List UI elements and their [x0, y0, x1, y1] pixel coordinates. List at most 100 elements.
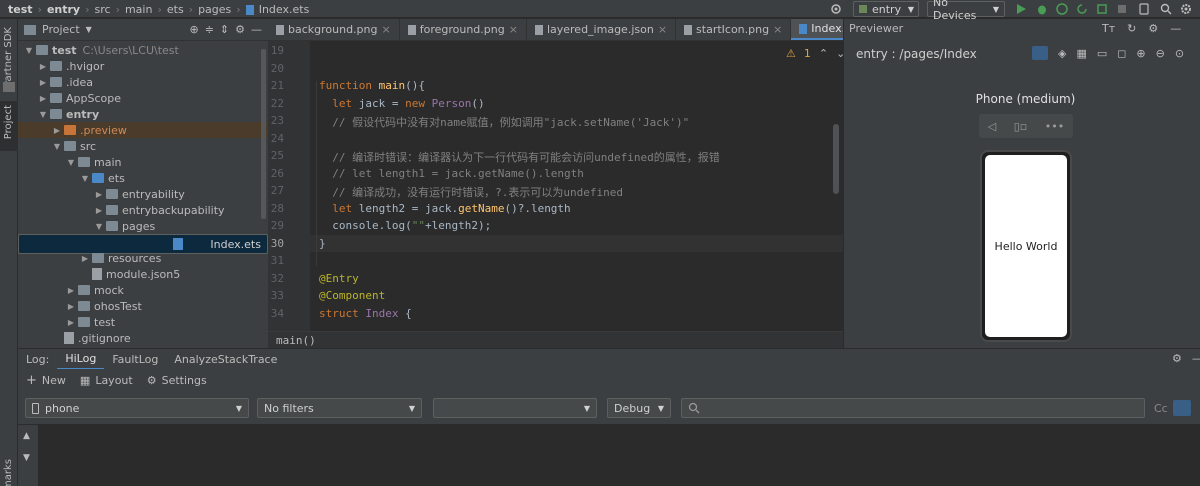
chevron-right-icon[interactable]: ▶: [38, 78, 48, 87]
chevron-right-icon[interactable]: ▶: [38, 62, 48, 71]
chevron-right-icon[interactable]: ▶: [38, 94, 48, 103]
log-tab[interactable]: FaultLog: [104, 349, 166, 370]
project-panel-title[interactable]: Project: [42, 23, 80, 36]
minimize-icon[interactable]: —: [1170, 22, 1181, 35]
device-filter-select[interactable]: phone ▼: [25, 398, 249, 418]
layout-button[interactable]: ▦ Layout: [80, 374, 133, 387]
more-icon[interactable]: •••: [1045, 120, 1064, 133]
zoom-in-icon[interactable]: ⊕: [1136, 47, 1145, 60]
tree-item[interactable]: ▼ test C:\Users\LCU\test: [18, 42, 268, 58]
tree-item[interactable]: ▶ mock: [18, 282, 268, 298]
device-manager-icon[interactable]: [1138, 1, 1150, 17]
chevron-down-icon[interactable]: ▼: [66, 158, 76, 167]
chevron-down-icon[interactable]: ▼: [80, 174, 90, 183]
tree-item[interactable]: ▶ entrybackupability: [18, 202, 268, 218]
chevron-down-icon[interactable]: ▼: [86, 25, 92, 34]
tree-item[interactable]: ▶ .preview: [18, 122, 268, 138]
breadcrumb-item[interactable]: entry: [47, 3, 80, 16]
gear-icon[interactable]: ⚙: [1172, 352, 1182, 365]
chevron-right-icon[interactable]: ▶: [52, 126, 62, 135]
refresh-icon[interactable]: ↻: [1127, 22, 1136, 35]
tree-item[interactable]: ▼ pages: [18, 218, 268, 234]
layers-icon[interactable]: ◈: [1058, 47, 1066, 60]
view-icon[interactable]: ▭: [1097, 47, 1107, 60]
function-breadcrumb[interactable]: main(): [276, 334, 316, 347]
zoom-out-icon[interactable]: ⊖: [1156, 47, 1165, 60]
locate-icon[interactable]: ⊕: [189, 23, 198, 36]
minimize-icon[interactable]: —: [251, 23, 262, 36]
chevron-down-icon[interactable]: ▼: [38, 110, 48, 119]
breadcrumb-item[interactable]: main: [125, 3, 152, 16]
log-tab[interactable]: HiLog: [57, 349, 105, 370]
fit-icon[interactable]: ⊙: [1175, 47, 1184, 60]
chevron-down-icon[interactable]: ▼: [94, 222, 104, 231]
text-icon[interactable]: Tт: [1102, 22, 1115, 35]
collapse-icon[interactable]: ≑: [205, 23, 214, 36]
tree-item[interactable]: ▶ .hvigor: [18, 58, 268, 74]
tree-item[interactable]: ▶ AppScope: [18, 90, 268, 106]
run-config-select[interactable]: entry ▼: [853, 1, 919, 17]
inspector-icon[interactable]: [1032, 46, 1048, 60]
log-output[interactable]: [38, 425, 1200, 486]
attach-debugger-icon[interactable]: [1096, 1, 1108, 17]
grid-icon[interactable]: ▦: [1076, 47, 1086, 60]
device-select[interactable]: No Devices ▼: [927, 0, 1005, 22]
chevron-right-icon[interactable]: ▶: [94, 206, 104, 215]
close-icon[interactable]: ×: [658, 23, 667, 36]
tree-item[interactable]: ▶ entryability: [18, 186, 268, 202]
editor-tab[interactable]: layered_image.json ×: [527, 19, 677, 40]
tree-item[interactable]: ▶ test: [18, 314, 268, 330]
settings-button[interactable]: ⚙ Settings: [147, 374, 207, 387]
chevron-right-icon[interactable]: ▶: [66, 302, 76, 311]
debug-icon[interactable]: [1036, 1, 1048, 17]
close-icon[interactable]: ×: [509, 23, 518, 36]
minimize-icon[interactable]: —: [1192, 352, 1200, 365]
tree-item[interactable]: ▼ main: [18, 154, 268, 170]
close-icon[interactable]: ×: [382, 23, 391, 36]
chevron-right-icon[interactable]: ▶: [94, 190, 104, 199]
breadcrumb-item[interactable]: Index.ets: [259, 3, 310, 16]
new-button[interactable]: + New: [26, 373, 66, 388]
rotate-icon[interactable]: ▯▫: [1014, 120, 1028, 133]
expand-icon[interactable]: ⇕: [220, 23, 229, 36]
search-icon[interactable]: [1160, 1, 1172, 17]
project-tool[interactable]: Project: [0, 101, 18, 151]
scroll-up-icon[interactable]: ▲: [23, 431, 30, 441]
editor-tab[interactable]: startIcon.png ×: [676, 19, 792, 40]
chevron-down-icon[interactable]: ▼: [24, 46, 34, 55]
inspection-widget[interactable]: ⚠ 1 ⌃ ⌄: [786, 47, 845, 60]
tree-item[interactable]: .gitignore: [18, 330, 268, 346]
editor-scrollbar[interactable]: [833, 124, 839, 194]
chevron-down-icon[interactable]: ▼: [52, 142, 62, 151]
chevron-right-icon[interactable]: ▶: [80, 254, 90, 263]
settings-icon[interactable]: [1180, 1, 1192, 17]
breadcrumb-item[interactable]: pages: [198, 3, 231, 16]
editor-tab[interactable]: background.png ×: [268, 19, 400, 40]
chevron-right-icon[interactable]: ▶: [66, 318, 76, 327]
log-search-input[interactable]: [681, 398, 1145, 418]
target-icon[interactable]: [830, 1, 842, 17]
tree-item[interactable]: ▼ ets: [18, 170, 268, 186]
reload-icon[interactable]: [1076, 1, 1088, 17]
tree-item[interactable]: ▼ entry: [18, 106, 268, 122]
editor-tab[interactable]: foreground.png ×: [400, 19, 527, 40]
bookmarks-tool[interactable]: marks: [3, 459, 14, 486]
breadcrumb-item[interactable]: test: [8, 3, 33, 16]
prev-highlight-icon[interactable]: ⌃: [819, 47, 828, 60]
tree-item[interactable]: ▶ ohosTest: [18, 298, 268, 314]
tree-item[interactable]: ▼ src: [18, 138, 268, 154]
tree-item[interactable]: ▶ .idea: [18, 74, 268, 90]
breadcrumb-item[interactable]: src: [95, 3, 111, 16]
match-case-toggle[interactable]: Cc: [1154, 402, 1168, 415]
app-filter-select[interactable]: ▼: [433, 398, 597, 418]
gear-icon[interactable]: ⚙: [235, 23, 245, 36]
log-tab[interactable]: AnalyzeStackTrace: [166, 349, 285, 370]
log-level-select[interactable]: Debug ▼: [607, 398, 671, 418]
back-icon[interactable]: ◁: [988, 120, 996, 133]
phone-screen[interactable]: Hello World: [985, 155, 1067, 337]
close-icon[interactable]: ×: [773, 23, 782, 36]
stop-icon[interactable]: [1116, 1, 1128, 17]
code-editor[interactable]: function main(){ let jack = new Person()…: [310, 41, 843, 331]
run-icon[interactable]: [1015, 1, 1027, 17]
regex-toggle[interactable]: [1173, 400, 1191, 416]
